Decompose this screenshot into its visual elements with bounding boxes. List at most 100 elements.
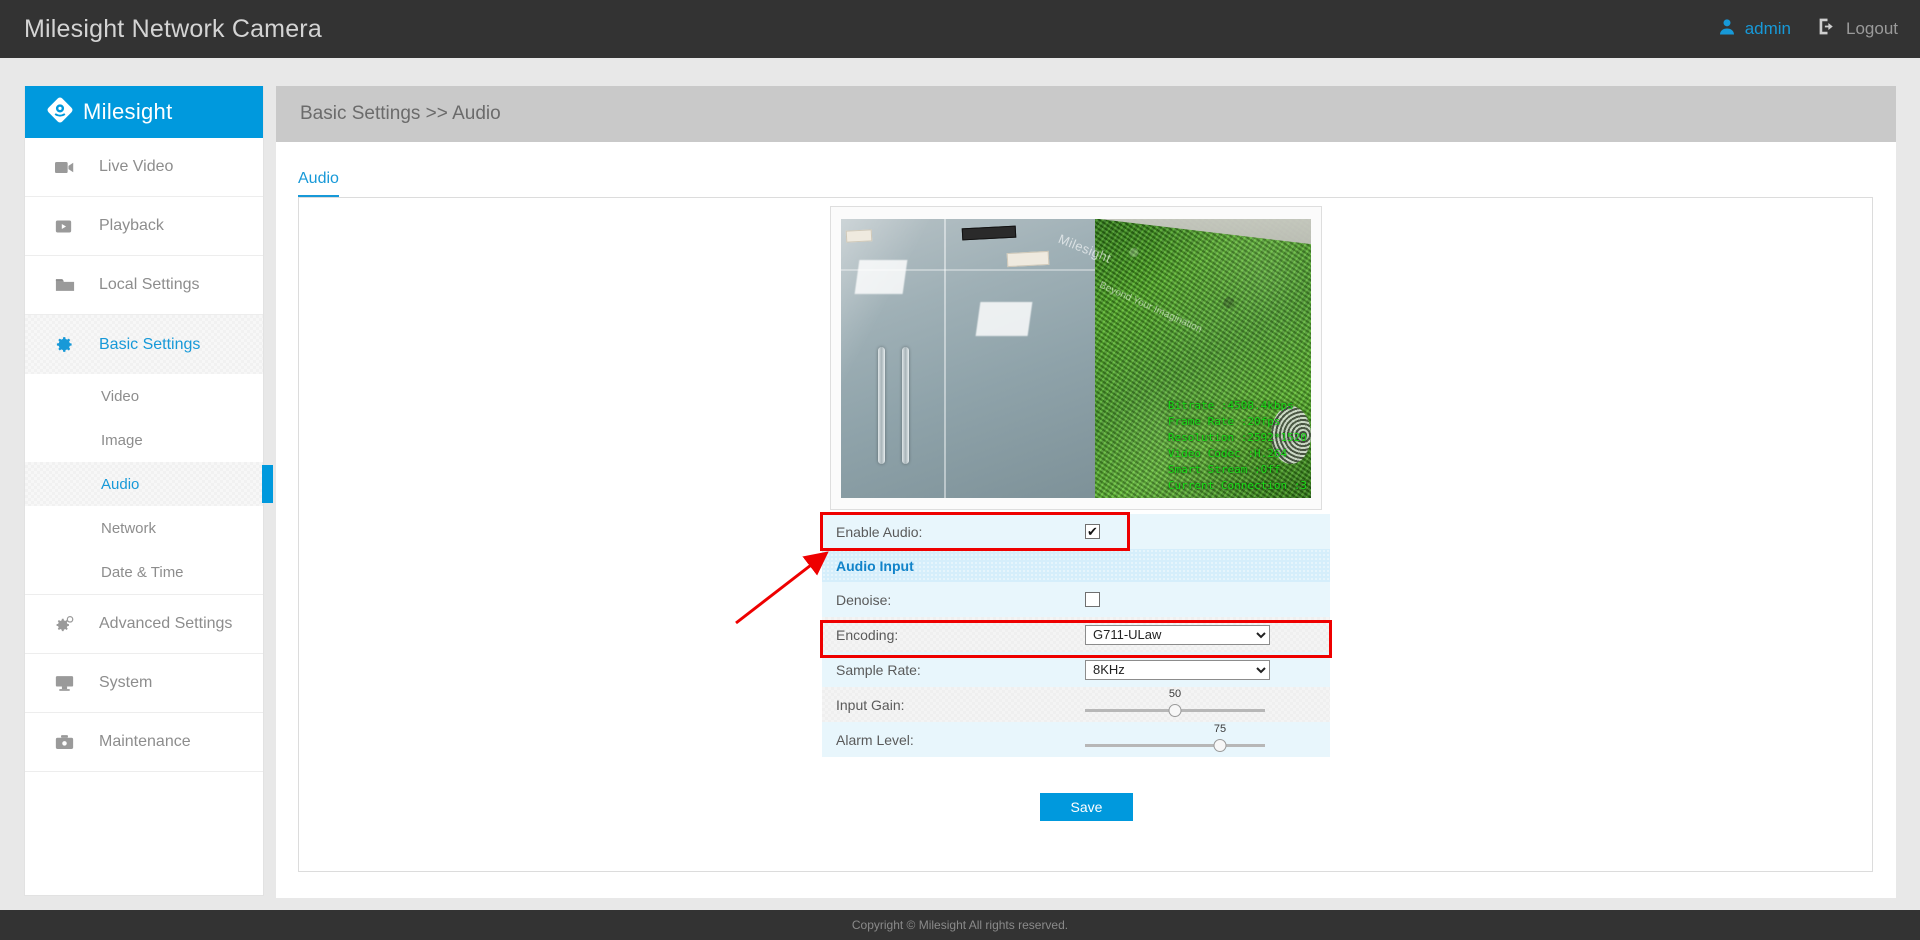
sidebar-item-label: Maintenance xyxy=(99,733,191,751)
sidebar-item-label: Basic Settings xyxy=(99,336,200,354)
breadcrumb-bar: Basic Settings >> Audio xyxy=(276,86,1896,142)
section-spacer xyxy=(1067,549,1330,582)
enable-audio-checkbox[interactable]: ✔ xyxy=(1085,524,1100,539)
input-gain-slider[interactable]: 50 xyxy=(1085,690,1265,720)
door-seam xyxy=(944,219,946,498)
sidebar-item-playback[interactable]: Playback xyxy=(25,197,263,256)
sidebar-subitem-label: Network xyxy=(101,520,156,537)
sample-rate-label: Sample Rate: xyxy=(822,652,1067,687)
sidebar-subitem-label: Video xyxy=(101,388,139,405)
monitor-icon xyxy=(55,675,85,692)
audio-input-section-title: Audio Input xyxy=(822,549,1067,582)
sidebar-subitem-audio[interactable]: Audio xyxy=(25,462,263,506)
brand-name: Milesight xyxy=(83,99,173,125)
row-encoding: Encoding: G711-ULawG711-ALawAAC LC xyxy=(822,617,1330,652)
input-gain-field: 50 xyxy=(1067,687,1330,722)
encoding-field: G711-ULawG711-ALawAAC LC xyxy=(1067,617,1330,652)
save-button[interactable]: Save xyxy=(1040,793,1133,821)
row-denoise: Denoise: xyxy=(822,582,1330,617)
toolbox-icon xyxy=(55,734,85,751)
slider-knob[interactable] xyxy=(1169,704,1182,717)
row-audio-input-section: Audio Input xyxy=(822,549,1330,582)
tab-bar: Audio xyxy=(276,142,1896,198)
sidebar-subitem-label: Date & Time xyxy=(101,564,184,581)
sidebar-subitem-label: Image xyxy=(101,432,143,449)
osd-line: Frame Rate :20fps xyxy=(1168,414,1307,430)
sidebar-subitem-video[interactable]: Video xyxy=(25,374,263,418)
denoise-label: Denoise: xyxy=(822,582,1067,617)
input-gain-label: Input Gain: xyxy=(822,687,1067,722)
row-sample-rate: Sample Rate: 8KHz16KHz32KHz44.1KHz48KHz xyxy=(822,652,1330,687)
osd-overlay: Bitrate :4508.4kbps Frame Rate :20fps Re… xyxy=(1168,398,1307,494)
sidebar-subitem-label: Audio xyxy=(101,476,139,493)
alarm-level-value: 75 xyxy=(1214,723,1226,735)
sidebar-subitem-network[interactable]: Network xyxy=(25,506,263,550)
sidebar-item-live-video[interactable]: Live Video xyxy=(25,138,263,197)
breadcrumb: Basic Settings >> Audio xyxy=(300,103,501,125)
logout-button[interactable]: Logout xyxy=(1817,16,1898,42)
row-enable-audio: Enable Audio: ✔ xyxy=(822,514,1330,549)
folder-icon xyxy=(55,277,85,293)
ceiling-light xyxy=(854,260,907,294)
sidebar-item-label: Local Settings xyxy=(99,276,200,294)
sign-plate xyxy=(846,229,873,242)
gears-icon xyxy=(55,615,85,634)
audio-settings-table: Enable Audio: ✔ Audio Input Denoise: Enc… xyxy=(822,514,1330,757)
logout-icon xyxy=(1817,16,1838,42)
user-block[interactable]: admin xyxy=(1717,17,1791,42)
osd-line: Video Codec :H.264 xyxy=(1168,446,1307,462)
row-input-gain: Input Gain: 50 xyxy=(822,687,1330,722)
copyright-text: Copyright © Milesight All rights reserve… xyxy=(852,918,1068,932)
milesight-logo-icon xyxy=(47,97,73,128)
sidebar-item-label: Live Video xyxy=(99,158,173,176)
logout-label: Logout xyxy=(1846,19,1898,39)
alarm-level-slider[interactable]: 75 xyxy=(1085,725,1265,755)
osd-line: Resolution :2592*1520 xyxy=(1168,430,1307,446)
app-title: Milesight Network Camera xyxy=(24,15,322,44)
sidebar-item-basic-settings[interactable]: Basic Settings xyxy=(25,315,263,374)
footer: Copyright © Milesight All rights reserve… xyxy=(0,910,1920,940)
ceiling-light xyxy=(975,302,1032,336)
enable-audio-field: ✔ xyxy=(1067,514,1330,549)
encoding-label: Encoding: xyxy=(822,617,1067,652)
alarm-level-label: Alarm Level: xyxy=(822,722,1067,757)
door-handle xyxy=(878,347,885,464)
sidebar-item-local-settings[interactable]: Local Settings xyxy=(25,256,263,315)
play-box-icon xyxy=(55,218,85,235)
sidebar-item-maintenance[interactable]: Maintenance xyxy=(25,713,263,772)
sidebar-item-label: Playback xyxy=(99,217,164,235)
encoding-select[interactable]: G711-ULawG711-ALawAAC LC xyxy=(1085,625,1270,645)
sidebar-item-label: Advanced Settings xyxy=(99,615,232,633)
sample-rate-select[interactable]: 8KHz16KHz32KHz44.1KHz48KHz xyxy=(1085,660,1270,680)
row-alarm-level: Alarm Level: 75 xyxy=(822,722,1330,757)
denoise-checkbox[interactable] xyxy=(1085,592,1100,607)
user-name: admin xyxy=(1745,19,1791,39)
slider-knob[interactable] xyxy=(1214,739,1227,752)
alarm-level-field: 75 xyxy=(1067,722,1330,757)
sidebar-subitem-date-time[interactable]: Date & Time xyxy=(25,550,263,594)
sign-plate xyxy=(962,225,1017,240)
sample-rate-field: 8KHz16KHz32KHz44.1KHz48KHz xyxy=(1067,652,1330,687)
osd-line: Bitrate :4508.4kbps xyxy=(1168,398,1307,414)
door-handle xyxy=(902,347,909,464)
sidebar: Milesight Live Video Playback Local Sett… xyxy=(24,86,264,896)
enable-audio-label: Enable Audio: xyxy=(822,514,1067,549)
video-scene-left xyxy=(841,219,1104,498)
osd-line: Current Connection :3 xyxy=(1168,478,1307,494)
input-gain-value: 50 xyxy=(1169,688,1181,700)
sign-plate xyxy=(1006,251,1049,267)
sidebar-subitem-image[interactable]: Image xyxy=(25,418,263,462)
top-bar: Milesight Network Camera admin Logout xyxy=(0,0,1920,58)
video-camera-icon xyxy=(55,160,85,175)
video-preview-container: Milesight Beyond Your Imagination Bitrat… xyxy=(830,206,1322,510)
gear-icon xyxy=(55,335,85,354)
live-video-frame[interactable]: Milesight Beyond Your Imagination Bitrat… xyxy=(841,219,1311,498)
sidebar-item-system[interactable]: System xyxy=(25,654,263,713)
brand-logo: Milesight xyxy=(25,86,263,138)
sidebar-item-label: System xyxy=(99,674,152,692)
tab-audio[interactable]: Audio xyxy=(298,170,339,198)
sidebar-item-advanced-settings[interactable]: Advanced Settings xyxy=(25,595,263,654)
denoise-field xyxy=(1067,582,1330,617)
user-icon xyxy=(1717,17,1737,42)
slider-track xyxy=(1085,744,1265,747)
